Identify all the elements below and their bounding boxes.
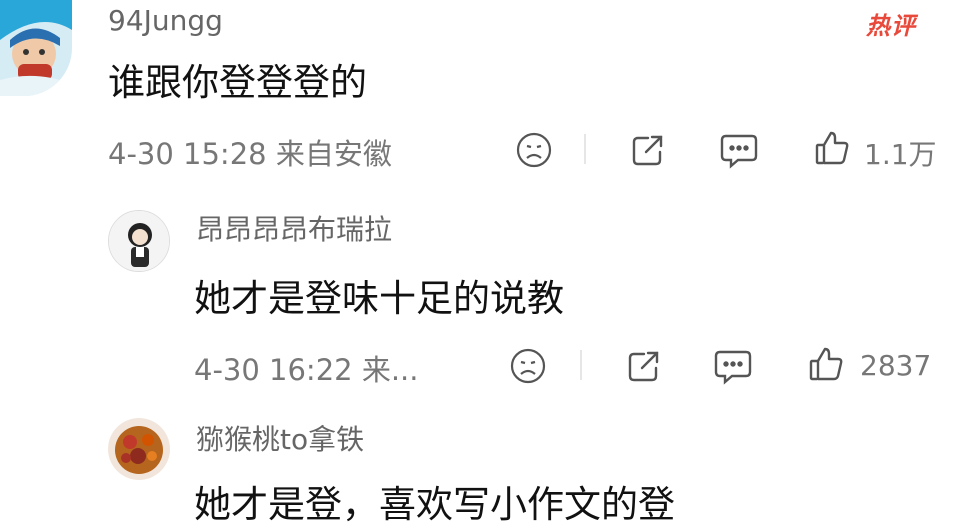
avatar[interactable]: [108, 418, 170, 480]
comment-username[interactable]: 94Jungg: [108, 4, 223, 37]
divider: [584, 134, 586, 164]
avatar[interactable]: [0, 0, 72, 96]
comment-meta: 4-30 15:28 来自安徽: [108, 137, 392, 171]
sad-face-icon[interactable]: [514, 130, 554, 170]
comment-username[interactable]: 昂昂昂昂布瑞拉: [196, 208, 392, 248]
sad-face-icon[interactable]: [508, 346, 548, 386]
comment-icon[interactable]: [718, 130, 760, 170]
thumbs-up-icon[interactable]: [812, 128, 852, 168]
divider: [580, 350, 582, 380]
share-icon[interactable]: [628, 130, 668, 170]
comment-username[interactable]: 猕猴桃to拿铁: [196, 418, 364, 458]
comment-icon[interactable]: [712, 346, 754, 386]
share-icon[interactable]: [624, 346, 664, 386]
thumbs-up-icon[interactable]: [806, 344, 846, 384]
like-count: 1.1万: [864, 138, 937, 171]
comment-text: 谁跟你登登登的: [108, 61, 367, 104]
hot-comment-badge: 热评: [866, 12, 916, 40]
like-count: 2837: [860, 349, 932, 382]
comment-text: 她才是登味十足的说教: [194, 277, 564, 320]
comment-text: 她才是登，喜欢写小作文的登: [194, 483, 675, 526]
avatar[interactable]: [108, 210, 170, 272]
comment-meta: 4-30 16:22 来...: [194, 353, 419, 387]
